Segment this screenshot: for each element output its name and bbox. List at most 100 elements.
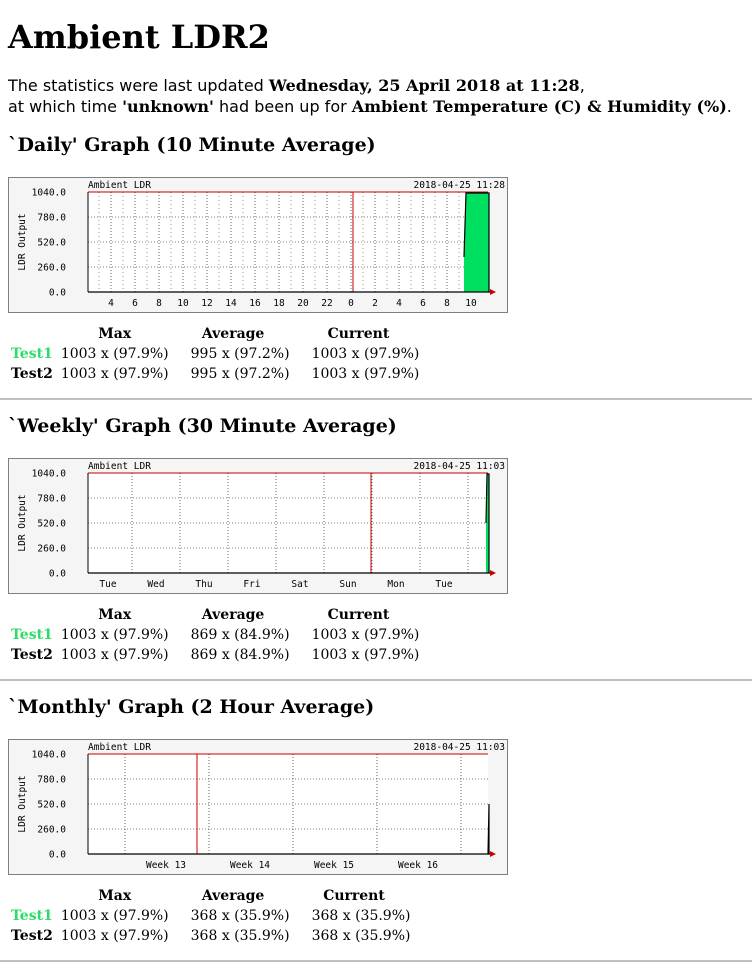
section-divider bbox=[0, 960, 752, 962]
y-tick-label: 0.0 bbox=[49, 288, 66, 299]
device-name: 'unknown' bbox=[122, 97, 214, 116]
summary-text: . bbox=[726, 97, 732, 116]
current-header: Current bbox=[323, 888, 385, 904]
monthly-section: `Monthly' Graph (2 Hour Average) 1040.0 7… bbox=[8, 695, 752, 946]
graph-timestamp: 2018-04-25 11:03 bbox=[413, 461, 505, 472]
daily-stats-table: Max Average Current Test1 1003 x (97.9%)… bbox=[8, 324, 423, 384]
y-tick-label: 780.0 bbox=[37, 494, 66, 505]
y-axis-label: LDR Output bbox=[17, 775, 28, 832]
max-value: 1003 x (97.9%) bbox=[60, 346, 169, 362]
weekly-graph-title: `Weekly' Graph (30 Minute Average) bbox=[8, 415, 397, 437]
graph-label: Ambient LDR bbox=[88, 461, 151, 472]
stats-header-row: Max Average Current bbox=[8, 886, 414, 906]
last-updated: Wednesday, 25 April 2018 at 11:28 bbox=[268, 76, 580, 95]
summary-text: The statistics were last updated bbox=[8, 76, 269, 95]
series-name-test1: Test1 bbox=[11, 908, 53, 924]
y-tick-label: 260.0 bbox=[37, 263, 66, 274]
monthly-graph: 1040.0 780.0 520.0 260.0 0.0 Week 13 Week 14 We… bbox=[8, 739, 508, 875]
x-tick-label: 2 bbox=[372, 298, 378, 309]
x-tick-label: 12 bbox=[201, 298, 212, 309]
weekly-graph: 1040.0 780.0 520.0 260.0 0.0 Tue Wed Thu Fri Sat S… bbox=[8, 458, 508, 594]
x-tick-label: 8 bbox=[156, 298, 162, 309]
average-value: 995 x (97.2%) bbox=[190, 346, 290, 362]
page-title: Ambient LDR2 bbox=[8, 18, 270, 56]
x-tick-label: 10 bbox=[465, 298, 477, 309]
y-tick-label: 1040.0 bbox=[32, 750, 67, 761]
current-value: 368 x (35.9%) bbox=[311, 928, 411, 944]
y-tick-label: 1040.0 bbox=[32, 469, 67, 480]
x-tick-label: Week 16 bbox=[398, 860, 438, 871]
graph-timestamp: 2018-04-25 11:28 bbox=[413, 180, 505, 191]
y-tick-label: 780.0 bbox=[37, 213, 66, 224]
max-header: Max bbox=[98, 888, 132, 904]
stats-header-row: Max Average Current bbox=[8, 605, 423, 625]
x-tick-label: Tue bbox=[435, 579, 452, 590]
table-row: Test2 1003 x (97.9%) 368 x (35.9%) 368 x… bbox=[8, 926, 414, 946]
x-tick-label: Fri bbox=[243, 579, 260, 590]
max-header: Max bbox=[98, 607, 132, 623]
graph-label: Ambient LDR bbox=[88, 742, 151, 753]
average-value: 368 x (35.9%) bbox=[190, 928, 290, 944]
x-tick-label: 14 bbox=[225, 298, 237, 309]
y-tick-label: 520.0 bbox=[37, 519, 66, 530]
x-tick-label: Sat bbox=[291, 579, 308, 590]
series-name-test2: Test2 bbox=[11, 928, 53, 944]
table-row: Test2 1003 x (97.9%) 995 x (97.2%) 1003 … bbox=[8, 364, 423, 384]
x-tick-label: 8 bbox=[444, 298, 450, 309]
x-tick-label: 4 bbox=[108, 298, 114, 309]
summary-text: had been up for bbox=[213, 97, 352, 116]
average-header: Average bbox=[201, 888, 265, 904]
x-tick-label: 22 bbox=[321, 298, 332, 309]
monthly-stats-table: Max Average Current Test1 1003 x (97.9%)… bbox=[8, 886, 414, 946]
x-tick-label: Week 15 bbox=[314, 860, 354, 871]
series-name-test2: Test2 bbox=[11, 647, 53, 663]
current-value: 1003 x (97.9%) bbox=[311, 627, 420, 643]
x-tick-label: Wed bbox=[147, 579, 164, 590]
max-value: 1003 x (97.9%) bbox=[60, 647, 169, 663]
y-tick-label: 0.0 bbox=[49, 569, 66, 580]
y-tick-label: 0.0 bbox=[49, 850, 66, 861]
daily-graph: 1040.0780.0520.0260.00.04 6 8 10 12 14 16 18 20 2… bbox=[8, 177, 508, 313]
stats-header-row: Max Average Current bbox=[8, 324, 423, 344]
average-value: 869 x (84.9%) bbox=[190, 647, 290, 663]
y-tick-label: 1040.0 bbox=[32, 188, 67, 199]
y-tick-label: 260.0 bbox=[37, 544, 66, 555]
series-name-test1: Test1 bbox=[11, 346, 53, 362]
average-header: Average bbox=[201, 607, 265, 623]
daily-section: `Daily' Graph (10 Minute Average) 1040.0… bbox=[8, 133, 752, 384]
x-tick-label: 6 bbox=[420, 298, 426, 309]
max-value: 1003 x (97.9%) bbox=[60, 928, 169, 944]
current-value: 368 x (35.9%) bbox=[311, 908, 411, 924]
y-tick-label: 780.0 bbox=[37, 775, 66, 786]
average-header: Average bbox=[201, 326, 265, 342]
monthly-graph-title: `Monthly' Graph (2 Hour Average) bbox=[8, 696, 375, 718]
y-tick-label: 520.0 bbox=[37, 238, 66, 249]
series-test1-area bbox=[464, 193, 489, 292]
max-value: 1003 x (97.9%) bbox=[60, 908, 169, 924]
x-tick-label: Sun bbox=[339, 579, 356, 590]
y-axis-label: LDR Output bbox=[17, 213, 28, 270]
x-tick-label: Tue bbox=[99, 579, 116, 590]
weekly-section: `Weekly' Graph (30 Minute Average) 1040.… bbox=[8, 414, 752, 665]
x-tick-label: Week 14 bbox=[230, 860, 270, 871]
x-tick-label: 18 bbox=[273, 298, 285, 309]
x-tick-label: Week 13 bbox=[146, 860, 186, 871]
x-tick-label: 20 bbox=[297, 298, 309, 309]
table-row: Test1 1003 x (97.9%) 368 x (35.9%) 368 x… bbox=[8, 906, 414, 926]
average-value: 869 x (84.9%) bbox=[190, 627, 290, 643]
average-value: 368 x (35.9%) bbox=[190, 908, 290, 924]
current-value: 1003 x (97.9%) bbox=[311, 346, 420, 362]
max-value: 1003 x (97.9%) bbox=[60, 366, 169, 382]
summary-text: , bbox=[579, 76, 585, 95]
current-header: Current bbox=[327, 326, 390, 342]
x-tick-label: Thu bbox=[195, 579, 212, 590]
x-tick-label: 6 bbox=[132, 298, 138, 309]
x-tick-label: Mon bbox=[387, 579, 404, 590]
section-divider bbox=[0, 398, 752, 400]
y-tick-label: 260.0 bbox=[37, 825, 66, 836]
current-value: 1003 x (97.9%) bbox=[311, 647, 420, 663]
y-tick-label: 520.0 bbox=[37, 800, 66, 811]
x-tick-label: 0 bbox=[348, 298, 354, 309]
page: Ambient LDR2 The statistics were last up… bbox=[0, 0, 752, 962]
table-row: Test1 1003 x (97.9%) 869 x (84.9%) 1003 … bbox=[8, 625, 423, 645]
